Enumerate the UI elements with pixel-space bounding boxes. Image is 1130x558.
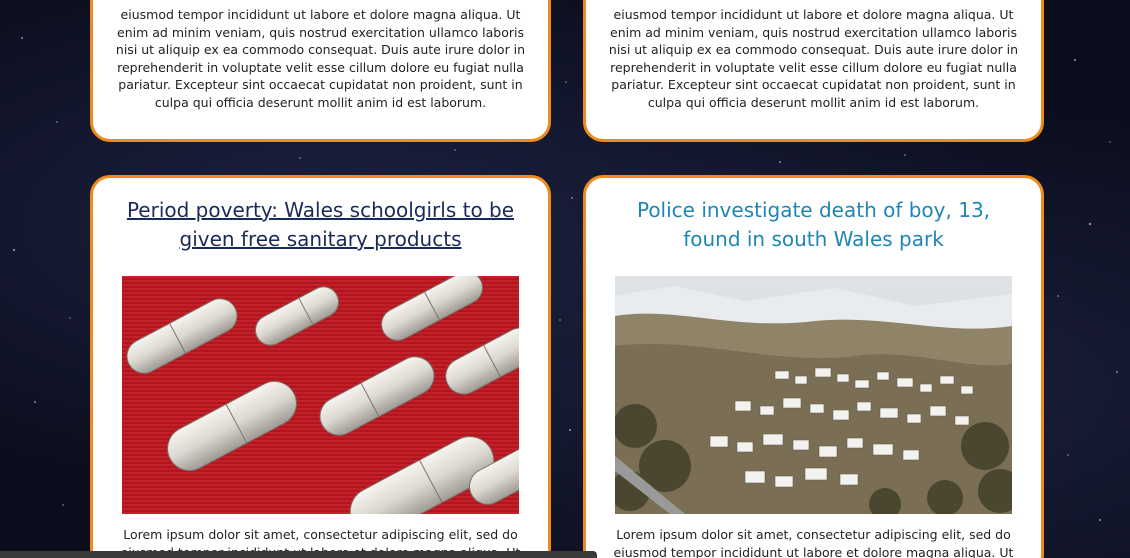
- card-body-text: eiusmod tempor incididunt ut labore et d…: [115, 7, 526, 110]
- news-card-top-right: eiusmod tempor incididunt ut labore et d…: [583, 0, 1044, 142]
- card-body-text: eiusmod tempor incididunt ut labore et d…: [608, 7, 1019, 110]
- article-headline-link[interactable]: Police investigate death of boy, 13, fou…: [606, 196, 1021, 254]
- snowy-welsh-valley-town-photo: [615, 276, 1012, 514]
- article-headline-link[interactable]: Period poverty: Wales schoolgirls to be …: [113, 196, 528, 254]
- news-card-top-left: eiusmod tempor incididunt ut labore et d…: [90, 0, 551, 142]
- browser-status-bar: [0, 551, 597, 558]
- tampons-on-red-fabric-photo: [122, 276, 519, 514]
- page-background: { "top_cards": [ { "body": "eiusmod temp…: [0, 0, 1130, 558]
- card-body-text: Lorem ipsum dolor sit amet, consectetur …: [613, 527, 1014, 558]
- news-card-period-poverty: Period poverty: Wales schoolgirls to be …: [90, 175, 551, 558]
- news-card-police-investigation: Police investigate death of boy, 13, fou…: [583, 175, 1044, 558]
